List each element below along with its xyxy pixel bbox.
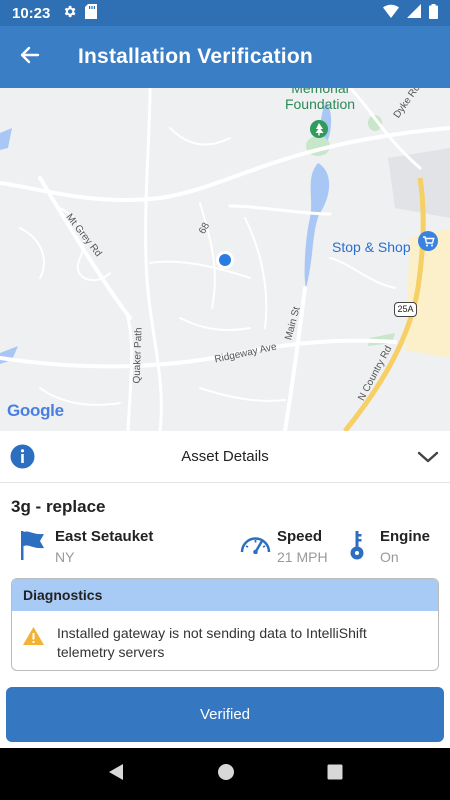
diagnostics-title: Diagnostics	[12, 579, 438, 611]
chevron-down-icon[interactable]	[416, 445, 440, 474]
nav-recents-icon[interactable]	[327, 764, 343, 785]
asset-details-title: Asset Details	[181, 448, 269, 465]
gear-icon	[62, 4, 77, 23]
status-bar: 10:23	[0, 0, 450, 26]
google-logo: Google	[7, 401, 64, 420]
warning-icon	[22, 626, 45, 651]
speed-value: 21 MPH	[277, 549, 328, 565]
app-bar: Installation Verification	[0, 26, 450, 88]
map-route-25a-shield: 25A	[394, 302, 417, 317]
location-stat: East Setauket NY	[20, 528, 153, 565]
page-title: Installation Verification	[78, 45, 313, 68]
signal-icon	[407, 4, 421, 22]
diagnostics-body: Installed gateway is not sending data to…	[12, 611, 438, 662]
engine-value: On	[380, 549, 399, 565]
map-poi-memorial-foundation[interactable]: Memorial Foundation	[280, 88, 360, 112]
location-city: East Setauket	[55, 528, 154, 545]
back-button[interactable]	[0, 26, 60, 88]
diagnostics-message: Installed gateway is not sending data to…	[57, 625, 367, 660]
map-label-stop-shop[interactable]: Stop & Shop	[332, 239, 411, 255]
info-icon[interactable]	[10, 444, 35, 474]
arrow-left-icon	[20, 45, 40, 70]
map-canvas	[0, 88, 450, 431]
engine-label: Engine	[380, 528, 431, 545]
speed-label: Speed	[277, 528, 323, 545]
map-label-memorial-foundation: Memorial Foundation	[284, 88, 356, 112]
sd-card-icon	[85, 3, 98, 23]
speedometer-icon	[240, 532, 271, 565]
flag-icon	[20, 530, 45, 565]
nav-back-icon[interactable]	[107, 763, 125, 786]
asset-details-header[interactable]: Asset Details	[0, 431, 450, 483]
speed-stat: Speed 21 MPH	[240, 528, 328, 565]
vehicle-name: 3g - replace	[11, 497, 106, 516]
nav-home-icon[interactable]	[217, 763, 235, 786]
wifi-icon	[383, 4, 399, 22]
status-time: 10:23	[12, 4, 51, 22]
key-icon	[348, 529, 366, 566]
map-view[interactable]: Memorial Foundation Dyke Rd Mt Grey Rd 6…	[0, 88, 450, 431]
verified-button[interactable]: Verified	[6, 687, 444, 742]
map-label-quaker-path: Quaker Path	[131, 327, 145, 384]
battery-icon	[429, 3, 438, 23]
location-state: NY	[55, 549, 75, 565]
engine-stat: Engine On	[348, 528, 430, 566]
navigation-bar	[0, 748, 450, 800]
diagnostics-card: Diagnostics Installed gateway is not sen…	[11, 578, 439, 671]
asset-details-panel: Asset Details 3g - replace East Setauket…	[0, 431, 450, 748]
